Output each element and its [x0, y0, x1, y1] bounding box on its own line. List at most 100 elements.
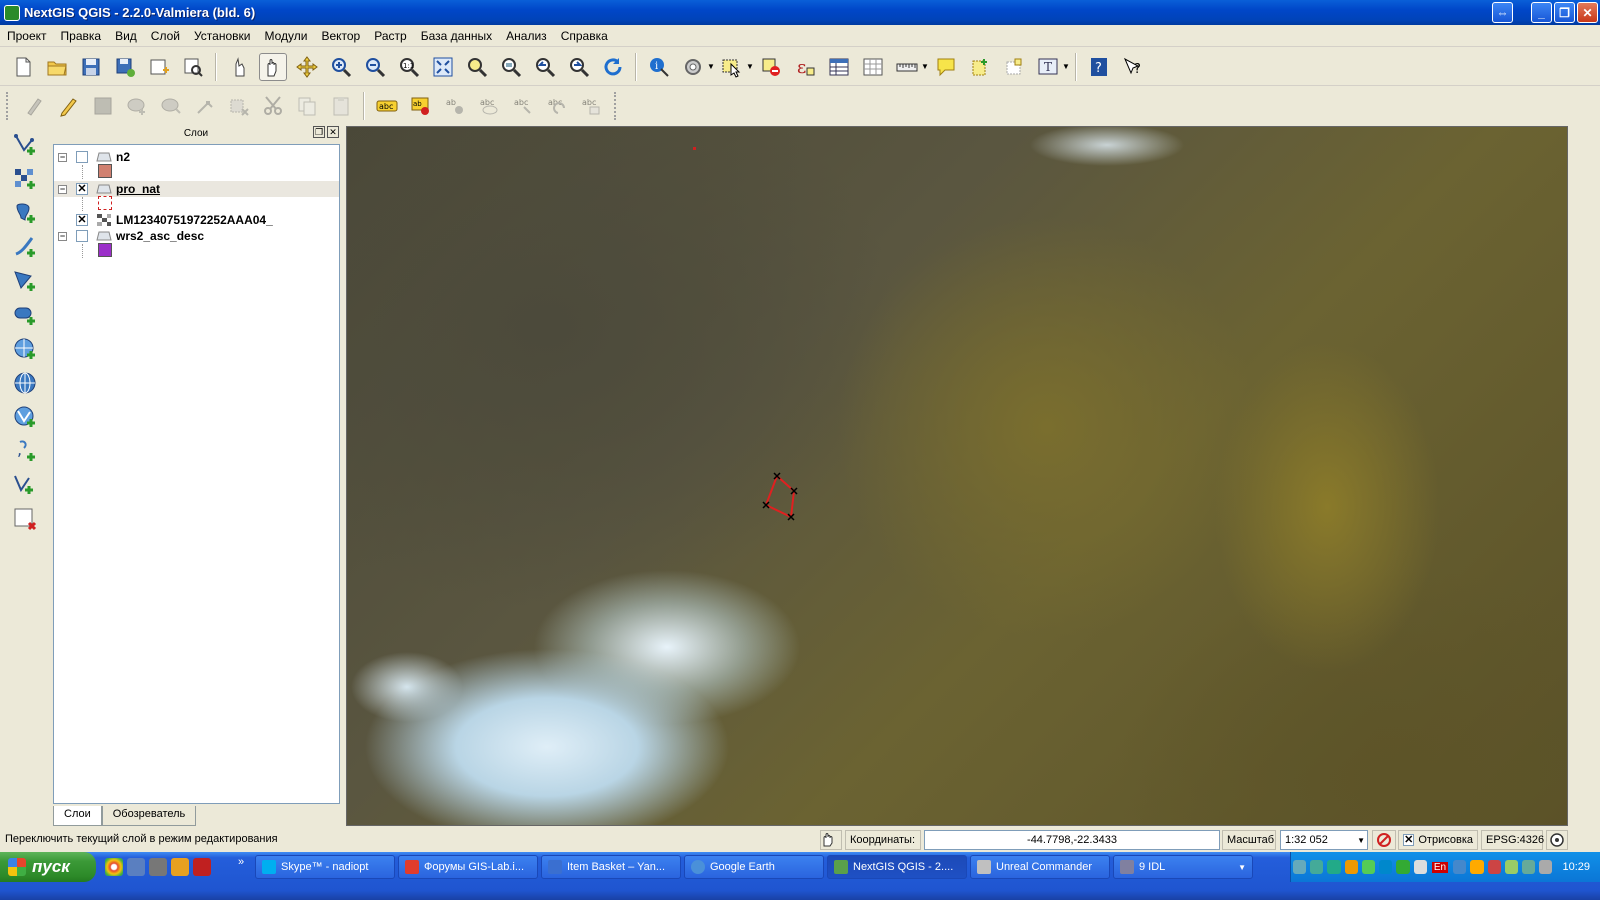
- launcher-icon[interactable]: [149, 858, 167, 876]
- paste-features-icon[interactable]: [327, 92, 355, 120]
- menu-layer[interactable]: Слой: [144, 29, 187, 43]
- clock[interactable]: 10:29: [1562, 861, 1590, 873]
- select-features-icon[interactable]: [718, 53, 746, 81]
- restore-button[interactable]: ❐: [1554, 2, 1575, 23]
- menu-help[interactable]: Справка: [554, 29, 615, 43]
- zoom-last-icon[interactable]: [531, 53, 559, 81]
- task-nextgis-qgis[interactable]: NextGIS QGIS - 2....: [827, 855, 967, 879]
- node-tool-icon[interactable]: [191, 92, 219, 120]
- pan-map-icon[interactable]: [259, 52, 287, 81]
- chrome-icon[interactable]: [105, 858, 123, 876]
- show-desktop-icon[interactable]: [127, 858, 145, 876]
- skype-tray-icon[interactable]: [1379, 860, 1393, 874]
- task-skype[interactable]: Skype™ - nadiopt: [255, 855, 395, 879]
- layer-row-landsat-raster[interactable]: ✕ LM12340751972252AAA04_: [54, 212, 339, 228]
- composer-manager-icon[interactable]: [179, 53, 207, 81]
- task-gis-lab[interactable]: Форумы GIS-Lab.i...: [398, 855, 538, 879]
- new-shapefile-layer-icon[interactable]: [10, 504, 40, 534]
- zoom-to-layer-icon[interactable]: [497, 53, 525, 81]
- chevron-down-icon[interactable]: ▼: [1238, 863, 1246, 872]
- layer-labeling-icon[interactable]: abc: [373, 92, 401, 120]
- text-annotation-icon[interactable]: T: [1034, 53, 1062, 81]
- coords-field[interactable]: -44.7798,-22.3433: [924, 830, 1220, 850]
- pan-to-selection-icon[interactable]: [293, 53, 321, 81]
- add-raster-layer-icon[interactable]: [10, 164, 40, 194]
- dropdown-caret-icon[interactable]: ▼: [921, 62, 929, 71]
- toolbar-grip[interactable]: [614, 92, 620, 120]
- layer-visibility-checkbox[interactable]: [76, 230, 88, 242]
- network-icon[interactable]: [1292, 860, 1307, 874]
- add-mssql-layer-icon[interactable]: [10, 266, 40, 296]
- run-feature-action-icon[interactable]: [679, 53, 707, 81]
- layer-row-pro-nat[interactable]: − ✕ pro_nat: [54, 181, 339, 197]
- filezilla-icon[interactable]: [193, 858, 211, 876]
- copy-features-icon[interactable]: [293, 92, 321, 120]
- windows-explorer-icon[interactable]: [171, 858, 189, 876]
- add-delimited-text-layer-icon[interactable]: ,: [10, 436, 40, 466]
- deselect-features-icon[interactable]: [757, 53, 785, 81]
- task-item-basket[interactable]: Item Basket – Yan...: [541, 855, 681, 879]
- collapse-icon[interactable]: −: [58, 184, 67, 194]
- task-idl-group[interactable]: 9 IDL ▼: [1113, 855, 1253, 879]
- show-hide-labels-icon[interactable]: abc: [475, 92, 503, 120]
- attribute-table-icon[interactable]: [825, 53, 853, 81]
- tray-app-icon[interactable]: [1487, 860, 1501, 874]
- show-bookmarks-icon[interactable]: [1000, 53, 1028, 81]
- zoom-full-icon[interactable]: [429, 53, 457, 81]
- diagram-properties-icon[interactable]: ab: [407, 92, 435, 120]
- menu-database[interactable]: База данных: [414, 29, 499, 43]
- tray-app-icon[interactable]: [1522, 860, 1536, 874]
- add-feature-icon[interactable]: [123, 92, 151, 120]
- menu-raster[interactable]: Растр: [367, 29, 413, 43]
- switch-window-button[interactable]: ⇔: [1492, 2, 1513, 23]
- add-wfs-layer-icon[interactable]: [10, 402, 40, 432]
- minimize-button[interactable]: _: [1531, 2, 1552, 23]
- select-by-expression-icon[interactable]: ε: [791, 53, 819, 81]
- add-wcs-layer-icon[interactable]: [10, 368, 40, 398]
- layer-visibility-checkbox[interactable]: ✕: [76, 214, 88, 226]
- layer-row-wrs2[interactable]: − wrs2_asc_desc: [54, 228, 339, 244]
- dropdown-caret-icon[interactable]: ▼: [707, 62, 715, 71]
- delete-selected-icon[interactable]: [225, 92, 253, 120]
- tray-app-icon[interactable]: [1310, 860, 1324, 874]
- tab-layers[interactable]: Слои: [53, 806, 102, 826]
- move-label-icon[interactable]: abc: [509, 92, 537, 120]
- change-label-icon[interactable]: abc: [577, 92, 605, 120]
- layer-visibility-checkbox[interactable]: [76, 151, 88, 163]
- new-bookmark-icon[interactable]: [966, 53, 994, 81]
- add-spatialite-layer-icon[interactable]: [10, 232, 40, 262]
- zoom-next-icon[interactable]: [565, 53, 593, 81]
- save-as-icon[interactable]: [111, 53, 139, 81]
- open-project-icon[interactable]: [43, 53, 71, 81]
- crs-status[interactable]: EPSG:4326: [1481, 830, 1544, 850]
- add-postgis-layer-icon[interactable]: [10, 198, 40, 228]
- layer-visibility-checkbox[interactable]: ✕: [76, 183, 88, 195]
- menu-analysis[interactable]: Анализ: [499, 29, 554, 43]
- render-toggle[interactable]: ✕ Отрисовка: [1398, 830, 1478, 850]
- field-calculator-icon[interactable]: [859, 53, 887, 81]
- add-wms-layer-icon[interactable]: [10, 334, 40, 364]
- close-panel-button[interactable]: ✕: [327, 126, 339, 138]
- close-button[interactable]: ✕: [1577, 2, 1598, 23]
- whats-this-icon[interactable]: ?: [1119, 53, 1147, 81]
- menu-plugins[interactable]: Модули: [257, 29, 314, 43]
- tray-app-icon[interactable]: [1453, 860, 1467, 874]
- move-feature-icon[interactable]: [157, 92, 185, 120]
- tray-app-icon[interactable]: [1504, 860, 1518, 874]
- dropdown-caret-icon[interactable]: ▼: [746, 62, 754, 71]
- menu-view[interactable]: Вид: [108, 29, 144, 43]
- dropdown-caret-icon[interactable]: ▼: [1062, 62, 1070, 71]
- collapse-icon[interactable]: −: [58, 231, 67, 241]
- zoom-native-resolution-icon[interactable]: 1:1: [395, 53, 423, 81]
- rotate-label-icon[interactable]: abc: [543, 92, 571, 120]
- add-oracle-layer-icon[interactable]: [10, 300, 40, 330]
- collapse-icon[interactable]: −: [58, 152, 67, 162]
- render-checkbox[interactable]: ✕: [1403, 834, 1415, 846]
- touch-zoom-pan-icon[interactable]: [225, 53, 253, 81]
- map-tips-icon[interactable]: [932, 53, 960, 81]
- menu-project[interactable]: Проект: [0, 29, 54, 43]
- menu-edit[interactable]: Правка: [54, 29, 109, 43]
- menu-vector[interactable]: Вектор: [314, 29, 367, 43]
- tray-app-icon[interactable]: [1396, 860, 1410, 874]
- task-google-earth[interactable]: Google Earth: [684, 855, 824, 879]
